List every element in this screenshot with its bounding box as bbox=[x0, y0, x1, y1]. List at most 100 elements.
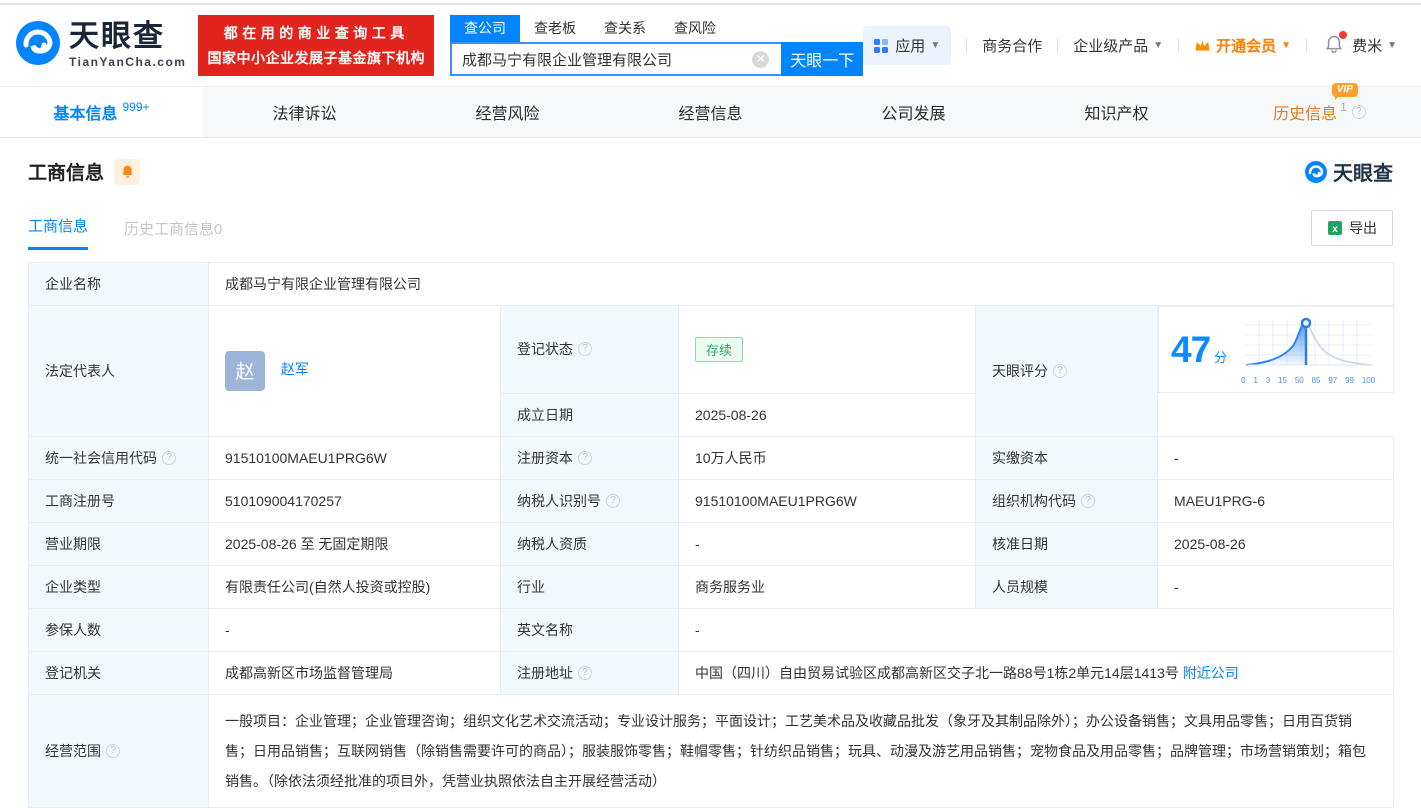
table-row: 法定代表人 赵 赵军 登记状态 ? 存续 天眼评分 ? 47 分 0 1 3 1… bbox=[28, 305, 1394, 437]
score-curve-chart: 01 3 15 50 85 97 99 100 bbox=[1241, 315, 1377, 385]
legal-rep-value: 赵 赵军 bbox=[208, 305, 501, 437]
reg-authority-value: 成都高新区市场监督管理局 bbox=[208, 650, 501, 695]
help-icon[interactable]: ? bbox=[578, 450, 592, 465]
apps-grid-icon bbox=[874, 38, 889, 53]
tab-legal-proceedings[interactable]: 法律诉讼 bbox=[203, 87, 406, 137]
table-row: 参保人数 - 英文名称 - bbox=[28, 607, 1395, 652]
help-icon[interactable]: ? bbox=[162, 450, 176, 465]
tab-label: 经营信息 bbox=[678, 106, 743, 123]
help-icon[interactable]: ? bbox=[1351, 105, 1366, 119]
open-vip-button[interactable]: 开通会员 ▼ bbox=[1194, 35, 1291, 56]
tab-operational-risk[interactable]: 经营风险 bbox=[406, 87, 609, 137]
tab-basic-info[interactable]: 基本信息 999+ bbox=[0, 87, 203, 137]
search-tab-boss[interactable]: 查老板 bbox=[520, 15, 590, 42]
table-row: 营业期限 2025-08-26 至 无固定期限 纳税人资质 - 核准日期 202… bbox=[28, 521, 1395, 566]
tianyancha-logo-icon bbox=[14, 19, 62, 72]
divider bbox=[1057, 38, 1059, 53]
approval-date-value: 2025-08-26 bbox=[1156, 521, 1395, 566]
reg-address-label: 注册地址? bbox=[500, 650, 679, 695]
paid-capital-value: - bbox=[1156, 435, 1395, 480]
header-nav: 应用 ▼ 商务合作 企业级产品 ▼ 开通会员 ▼ 费米 ▼ bbox=[863, 26, 1421, 65]
apps-menu[interactable]: 应用 ▼ bbox=[863, 26, 952, 65]
promo-banner-line2: 国家中小企业发展子基金旗下机构 bbox=[207, 50, 425, 66]
tianyancha-watermark-icon bbox=[1305, 160, 1327, 183]
paid-capital-label: 实缴资本 bbox=[975, 435, 1158, 480]
establish-date-label: 成立日期 bbox=[500, 392, 679, 437]
nearby-companies-link[interactable]: 附近公司 bbox=[1183, 665, 1239, 681]
help-icon[interactable]: ? bbox=[106, 743, 120, 758]
credit-code-value: 91510100MAEU1PRG6W bbox=[208, 435, 501, 480]
user-menu[interactable]: 费米 ▼ bbox=[1352, 35, 1397, 56]
reg-number-label: 工商注册号 bbox=[28, 478, 209, 523]
taxpayer-id-label: 纳税人识别号? bbox=[500, 478, 679, 523]
taxpayer-quality-label: 纳税人资质 bbox=[500, 521, 679, 566]
table-row: 经营范围? 一般项目：企业管理；企业管理咨询；组织文化艺术交流活动；专业设计服务… bbox=[28, 693, 1395, 808]
staff-size-value: - bbox=[1156, 564, 1395, 609]
apps-label: 应用 bbox=[895, 38, 926, 55]
table-row: 统一社会信用代码? 91510100MAEU1PRG6W 注册资本? 10万人民… bbox=[28, 435, 1395, 480]
reg-status-label: 登记状态 ? bbox=[500, 305, 679, 394]
insured-count-value: - bbox=[208, 607, 501, 652]
tab-label: 经营风险 bbox=[475, 106, 540, 123]
search-tab-company[interactable]: 查公司 bbox=[449, 15, 520, 42]
tab-label: 基本信息 bbox=[53, 106, 118, 123]
help-icon[interactable]: ? bbox=[578, 665, 592, 680]
tab-count-badge: 999+ bbox=[122, 100, 150, 114]
excel-icon: x bbox=[1328, 221, 1342, 235]
vip-label: 开通会员 bbox=[1216, 38, 1277, 55]
establish-date-value: 2025-08-26 bbox=[678, 392, 976, 437]
business-term-label: 营业期限 bbox=[28, 521, 209, 566]
avatar[interactable]: 赵 bbox=[225, 350, 265, 391]
export-button[interactable]: x 导出 bbox=[1311, 210, 1393, 246]
tab-label: 历史信息 bbox=[1273, 106, 1338, 123]
notification-dot bbox=[1339, 30, 1348, 39]
chevron-down-icon: ▼ bbox=[1281, 40, 1292, 51]
search-tab-risk[interactable]: 查风险 bbox=[660, 15, 730, 42]
reg-capital-label: 注册资本? bbox=[500, 435, 679, 480]
score-value: 47 分 0 1 3 15 50 85 97 99 100 bbox=[1158, 306, 1394, 393]
username: 费米 bbox=[1352, 38, 1383, 55]
table-row: 工商注册号 510109004170257 纳税人识别号? 91510100MA… bbox=[28, 478, 1395, 523]
company-name-value: 成都马宁有限企业管理有限公司 bbox=[207, 262, 1395, 306]
tianyancha-logo[interactable]: 天眼查 TianYanCha.com bbox=[14, 19, 186, 72]
insured-count-label: 参保人数 bbox=[28, 607, 209, 652]
search-input[interactable] bbox=[449, 42, 782, 76]
help-icon[interactable]: ? bbox=[1053, 363, 1067, 378]
table-row: 登记机关 成都高新区市场监督管理局 注册地址? 中国（四川）自由贸易试验区成都高… bbox=[28, 650, 1395, 695]
tab-history-info[interactable]: VIP 历史信息 1 ? bbox=[1218, 83, 1421, 137]
promo-banner-line1: 都在用的商业查询工具 bbox=[223, 25, 409, 41]
content: 工商信息 天眼查 工商信息 历史工商信息0 x 导出 企业名称 成都马宁有限企业… bbox=[0, 157, 1421, 808]
industry-value: 商务服务业 bbox=[678, 564, 976, 609]
vip-badge: VIP bbox=[1331, 83, 1358, 100]
industry-label: 行业 bbox=[500, 564, 679, 609]
nav-cooperation[interactable]: 商务合作 bbox=[982, 35, 1042, 56]
credit-code-label: 统一社会信用代码? bbox=[28, 435, 209, 480]
subtab-history-registration[interactable]: 历史工商信息0 bbox=[124, 218, 222, 250]
promo-banner: 都在用的商业查询工具 国家中小企业发展子基金旗下机构 bbox=[198, 15, 434, 76]
help-icon[interactable]: ? bbox=[1081, 493, 1095, 508]
search-box: 查公司 查老板 查关系 查风险 ✕ 天眼一下 bbox=[449, 15, 864, 76]
section-header: 工商信息 天眼查 bbox=[28, 157, 1393, 186]
score-axis-ticks: 01 3 15 50 85 97 99 100 bbox=[1241, 375, 1376, 385]
help-icon[interactable]: ? bbox=[606, 493, 620, 508]
logo-domain: TianYanCha.com bbox=[69, 55, 187, 69]
tab-business-info[interactable]: 经营信息 bbox=[609, 87, 812, 137]
divider bbox=[966, 38, 968, 53]
company-name-label: 企业名称 bbox=[28, 262, 209, 306]
search-button[interactable]: 天眼一下 bbox=[781, 42, 864, 76]
subtab-business-registration[interactable]: 工商信息 bbox=[28, 215, 89, 250]
tab-label: 知识产权 bbox=[1084, 106, 1149, 123]
business-info-table: 企业名称 成都马宁有限企业管理有限公司 法定代表人 赵 赵军 登记状态 ? 存续… bbox=[28, 262, 1395, 808]
business-scope-value: 一般项目：企业管理；企业管理咨询；组织文化艺术交流活动；专业设计服务；平面设计；… bbox=[207, 693, 1395, 808]
main-tabbar: 基本信息 999+ 法律诉讼 经营风险 经营信息 公司发展 知识产权 VIP 历… bbox=[0, 83, 1421, 138]
search-row: ✕ 天眼一下 bbox=[449, 42, 864, 76]
notification-bell[interactable] bbox=[1324, 30, 1348, 58]
legal-rep-link[interactable]: 赵军 bbox=[281, 361, 309, 377]
nav-enterprise-products[interactable]: 企业级产品 ▼ bbox=[1073, 35, 1163, 56]
monitor-bell-button[interactable] bbox=[114, 158, 141, 185]
search-tab-relation[interactable]: 查关系 bbox=[590, 15, 660, 42]
help-icon[interactable]: ? bbox=[578, 342, 592, 357]
tab-company-development[interactable]: 公司发展 bbox=[812, 87, 1015, 137]
english-name-label: 英文名称 bbox=[500, 607, 679, 652]
tab-intellectual-property[interactable]: 知识产权 bbox=[1015, 87, 1218, 137]
